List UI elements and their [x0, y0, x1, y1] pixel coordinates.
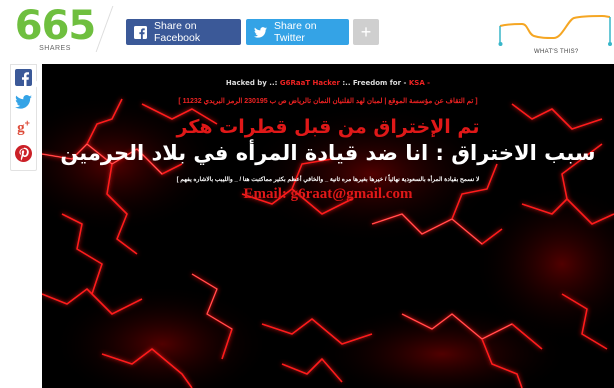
twitter-icon	[254, 26, 267, 39]
hacked-address-line: [ تم التقاف عن مؤسسة الموقع | لمبان لهد …	[178, 98, 478, 105]
side-bar-pointer	[34, 79, 40, 89]
plus-icon: +	[360, 21, 372, 42]
side-twitter-button[interactable]	[15, 93, 32, 110]
red-lightning-background	[42, 64, 614, 388]
hacked-headline-red: تم الإختراق من قبل قطرات هكر	[176, 116, 480, 138]
side-google-plus-button[interactable]: g+	[15, 119, 32, 136]
hacked-by-mid: :.. Freedom for -	[342, 79, 407, 87]
share-twitter-button[interactable]: Share on Twitter	[246, 19, 349, 45]
side-pinterest-button[interactable]	[15, 145, 32, 162]
hacked-headline-white: سبب الاختراق : انا ضد قيادة المرأه في بل…	[60, 141, 596, 165]
share-trend-sparkline	[498, 14, 612, 46]
facebook-icon	[15, 69, 32, 86]
hacked-page-image: Hacked by ..: G6RaaT Hacker :.. Freedom …	[42, 64, 614, 388]
twitter-icon	[15, 94, 32, 109]
share-count-number: 665	[14, 3, 97, 49]
more-share-button[interactable]: +	[353, 19, 379, 45]
hacked-email-line: Email: g6raat@gmail.com	[243, 186, 413, 202]
hacked-by-line: Hacked by ..: G6RaaT Hacker :.. Freedom …	[42, 79, 614, 87]
hacked-by-tag: KSA -	[408, 79, 431, 87]
facebook-icon	[134, 25, 147, 39]
whats-this-link[interactable]: WHAT'S THIS?	[534, 49, 579, 55]
share-facebook-label: Share on Facebook	[154, 20, 201, 44]
hacker-name: G6RaaT Hacker	[279, 79, 340, 87]
hacked-by-prefix: Hacked by ..:	[225, 79, 278, 87]
google-plus-icon: g+	[17, 118, 30, 136]
hacked-message-line: لا نسمح بقيادة المرأه بالسعودية نهائياً …	[176, 177, 480, 183]
pinterest-icon	[15, 145, 32, 162]
share-facebook-button[interactable]: Share on Facebook	[126, 19, 241, 45]
share-count: 665 SHARES	[10, 6, 100, 52]
side-facebook-button[interactable]	[15, 69, 32, 86]
share-twitter-label: Share on Twitter	[274, 20, 317, 44]
side-share-bar: g+	[10, 64, 37, 171]
